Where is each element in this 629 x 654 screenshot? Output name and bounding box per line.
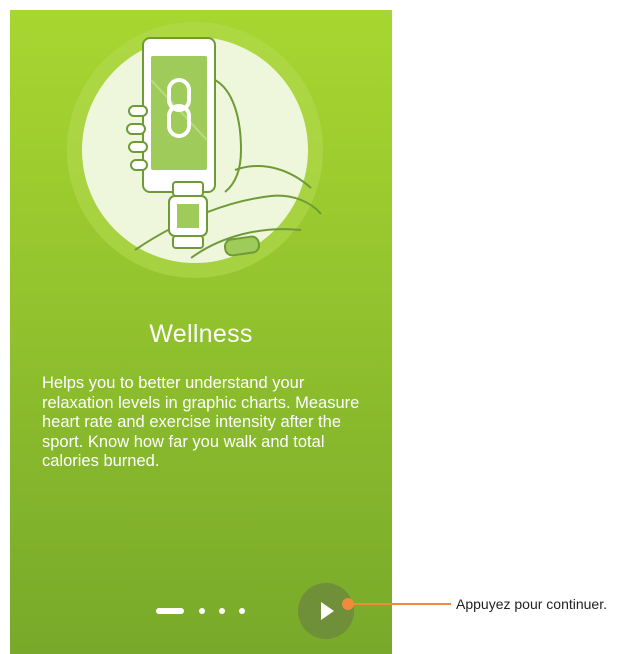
phone-watch-link-icon bbox=[67, 22, 323, 278]
onboarding-screen: Wellness Helps you to better understand … bbox=[10, 10, 392, 654]
page-indicator-dot bbox=[219, 608, 225, 614]
callout-label: Appuyez pour continuer. bbox=[456, 596, 607, 612]
feature-description: Helps you to better understand your rela… bbox=[42, 374, 360, 470]
callout-line bbox=[349, 603, 451, 605]
page-indicator-dot bbox=[239, 608, 245, 614]
play-icon bbox=[321, 602, 334, 620]
next-button[interactable] bbox=[298, 583, 354, 639]
page-indicator-active bbox=[156, 608, 184, 614]
page-indicator-dot bbox=[199, 608, 205, 614]
page-title: Wellness bbox=[149, 320, 253, 348]
callout-marker bbox=[342, 598, 354, 610]
page-indicator bbox=[156, 606, 246, 616]
